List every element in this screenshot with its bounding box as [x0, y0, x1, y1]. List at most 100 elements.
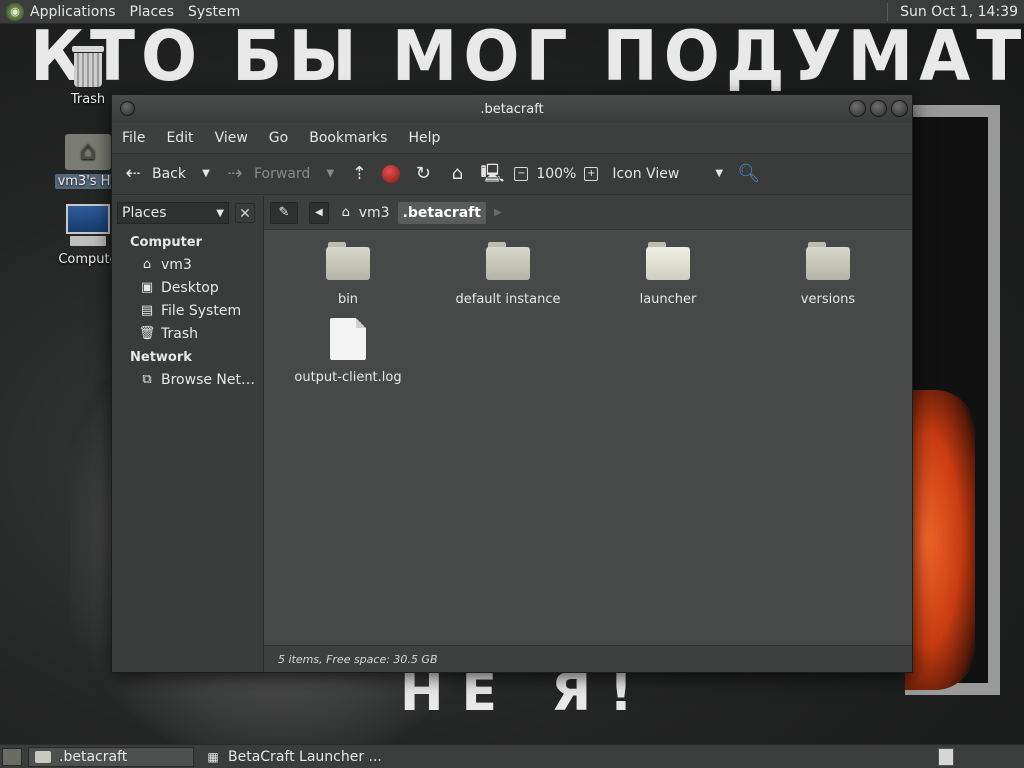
forward-button[interactable]: ⇢ Forward ▼ [224, 163, 336, 185]
reload-button[interactable]: ↻ [412, 163, 434, 185]
sidebar-item-label: File System [161, 302, 242, 319]
folder-item-versions[interactable]: versions [758, 242, 898, 307]
menu-go[interactable]: Go [269, 130, 288, 146]
minimize-button[interactable] [849, 100, 866, 117]
sidebar-item-file-system[interactable]: ▤ File System [112, 299, 263, 322]
menu-edit[interactable]: Edit [166, 130, 193, 146]
trash-icon: 🗑︎ [138, 325, 156, 341]
forward-arrow-icon: ⇢ [227, 163, 243, 184]
workspace-switcher[interactable] [938, 747, 954, 766]
folder-icon [486, 242, 530, 280]
chevron-left-icon: ◀ [315, 207, 323, 218]
back-label: Back [152, 166, 186, 182]
stop-icon [382, 165, 401, 183]
folder-icon [646, 242, 690, 280]
status-text: 5 items, Free space: 30.5 GB [278, 652, 438, 666]
file-manager-window: .betacraft File Edit View Go Bookmarks H… [111, 94, 913, 673]
zoom-in-icon[interactable]: + [584, 167, 599, 181]
search-button[interactable]: 🔍︎ [737, 163, 761, 185]
java-app-icon: ▦ [207, 749, 219, 764]
window-menu-button[interactable] [120, 101, 135, 116]
wallpaper-text-line1: КТО БЫ МОГ ПОДУМАТЬ, ЧТО Я - [30, 16, 1024, 97]
sidebar-item-vm3[interactable]: ⌂ vm3 [112, 253, 263, 276]
computer-button[interactable]: 🖳 [480, 163, 505, 185]
chevron-right-icon: ▶ [493, 207, 502, 218]
taskbar-item-label: .betacraft [59, 748, 128, 765]
menubar: File Edit View Go Bookmarks Help [112, 123, 912, 153]
sidebar: Places ▼ ✕ Computer ⌂ vm3 ▣ Desktop ▤ Fi… [112, 196, 264, 672]
main-pane: ✎ ◀ ⌂ vm3 .betacraft ▶ bin default insta… [264, 196, 912, 672]
file-icon-view[interactable]: bin default instance launcher versions o… [264, 230, 912, 645]
file-name: versions [800, 292, 856, 307]
search-icon: 🔍︎ [737, 163, 761, 184]
trash-icon [70, 46, 106, 88]
location-edit-toggle[interactable]: ✎ [270, 201, 298, 224]
breadcrumb-vm3[interactable]: ⌂ vm3 [332, 202, 395, 224]
forward-label: Forward [254, 166, 311, 182]
up-button[interactable]: ⇡ [348, 163, 370, 185]
folder-icon [806, 242, 850, 280]
maximize-button[interactable] [870, 100, 887, 117]
clock[interactable]: Sun Oct 1, 14:39 [900, 4, 1018, 20]
bottom-panel: .betacraft ▦ BetaCraft Launcher ... [0, 744, 1024, 768]
zoom-control: − 100% + [514, 166, 599, 182]
file-name: launcher [639, 292, 697, 307]
window-titlebar[interactable]: .betacraft [112, 95, 912, 123]
sidebar-item-label: Desktop [161, 279, 219, 296]
back-button[interactable]: ⇠ Back ▼ [122, 163, 212, 185]
breadcrumb-scroll-left[interactable]: ◀ [309, 201, 329, 224]
sidebar-item-label: vm3 [161, 256, 192, 273]
sidebar-type-select[interactable]: Places ▼ [117, 202, 229, 224]
file-name: bin [337, 292, 359, 307]
status-bar: 5 items, Free space: 30.5 GB [264, 645, 912, 672]
window-title: .betacraft [480, 101, 544, 117]
taskbar-item-label: BetaCraft Launcher ... [228, 748, 382, 765]
file-name: output-client.log [294, 370, 402, 385]
breadcrumb-betacraft[interactable]: .betacraft [397, 201, 486, 224]
show-desktop-button[interactable] [2, 747, 22, 766]
places-menu[interactable]: Places [130, 4, 175, 20]
sidebar-item-desktop[interactable]: ▣ Desktop [112, 276, 263, 299]
close-button[interactable] [891, 100, 908, 117]
folder-item-bin[interactable]: bin [278, 242, 418, 307]
view-mode-dropdown-icon: ▼ [715, 168, 724, 179]
text-file-icon [330, 318, 366, 360]
sidebar-item-trash[interactable]: 🗑︎ Trash [112, 322, 263, 345]
taskbar-item-betacraft-launcher[interactable]: ▦ BetaCraft Launcher ... [198, 747, 388, 767]
system-menu[interactable]: System [188, 4, 240, 20]
sidebar-type-label: Places [122, 205, 167, 221]
folder-item-default-instance[interactable]: default instance [438, 242, 578, 307]
folder-item-launcher[interactable]: launcher [598, 242, 738, 307]
menu-view[interactable]: View [215, 130, 248, 146]
top-panel: ◉ Applications Places System Sun Oct 1, … [0, 0, 1024, 24]
menu-file[interactable]: File [122, 130, 145, 146]
location-bar: ✎ ◀ ⌂ vm3 .betacraft ▶ [264, 196, 912, 230]
forward-history-dropdown-icon[interactable]: ▼ [324, 163, 336, 185]
sidebar-item-browse-network[interactable]: ⧉ Browse Net… [112, 368, 263, 391]
back-history-dropdown-icon[interactable]: ▼ [200, 163, 212, 185]
drive-icon: ▤ [140, 302, 154, 318]
sidebar-item-label: Trash [161, 325, 198, 342]
desktop-trash-label: Trash [70, 92, 106, 107]
sidebar-close-icon[interactable]: ✕ [235, 203, 255, 223]
file-name: default instance [455, 292, 561, 307]
folder-icon [35, 750, 51, 763]
stop-button[interactable] [382, 165, 401, 183]
taskbar-item-betacraft[interactable]: .betacraft [28, 746, 194, 767]
zoom-level: 100% [536, 166, 577, 182]
home-button[interactable]: ⌂ [446, 163, 468, 185]
breadcrumb-scroll-right[interactable]: ▶ [489, 202, 507, 224]
toolbar: ⇠ Back ▼ ⇢ Forward ▼ ⇡ ↻ ⌂ 🖳 − 100% + Ic… [112, 153, 912, 195]
menu-bookmarks[interactable]: Bookmarks [309, 130, 387, 146]
back-arrow-icon: ⇠ [125, 163, 141, 184]
computer-toolbar-icon: 🖳 [480, 163, 505, 184]
view-mode-select[interactable]: Icon View ▼ [610, 163, 725, 185]
file-item-output-client-log[interactable]: output-client.log [278, 318, 418, 385]
menu-help[interactable]: Help [408, 130, 440, 146]
zoom-out-icon[interactable]: − [514, 167, 529, 181]
distro-logo-icon[interactable]: ◉ [6, 2, 24, 21]
chevron-down-icon: ▼ [216, 207, 224, 219]
sidebar-heading-network: Network [130, 350, 192, 365]
home-folder-icon [65, 134, 111, 170]
applications-menu[interactable]: Applications [30, 4, 116, 20]
